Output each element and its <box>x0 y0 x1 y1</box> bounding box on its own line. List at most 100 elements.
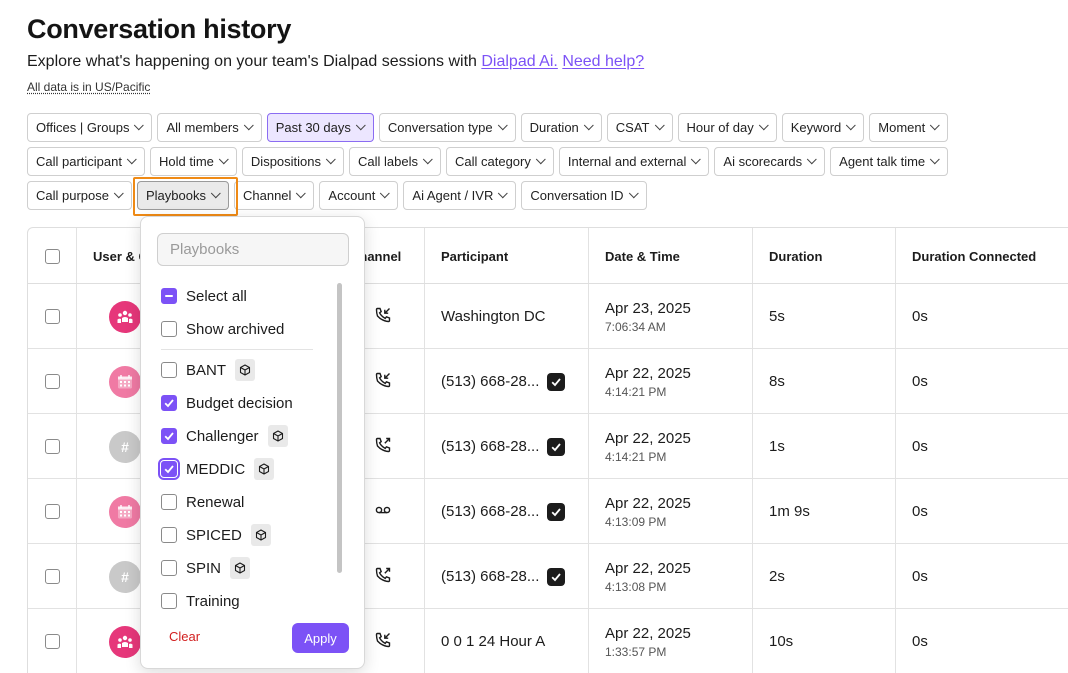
duration-connected-cell: 0s <box>912 308 928 325</box>
select-all-checkbox[interactable] <box>161 288 177 304</box>
select-all-rows[interactable] <box>45 228 60 284</box>
playbook-checkbox[interactable] <box>161 593 177 609</box>
dropdown-scrollbar[interactable] <box>337 283 342 573</box>
row-checkbox[interactable] <box>45 634 60 649</box>
playbook-option-spin[interactable]: SPIN <box>161 557 251 579</box>
column-duration[interactable]: Duration <box>769 228 822 284</box>
filter-hold-time[interactable]: Hold time <box>150 147 237 176</box>
voicemail-icon <box>374 501 392 523</box>
filter-ai-agent-ivr[interactable]: Ai Agent / IVR <box>403 181 517 210</box>
duration-cell: 8s <box>769 373 785 390</box>
participant-cell[interactable]: Washington DC <box>441 284 546 349</box>
participant-cell[interactable]: (513) 668-28... <box>441 349 566 414</box>
filter-agent-talk-time[interactable]: Agent talk time <box>830 147 949 176</box>
filter-playbooks[interactable]: Playbooks <box>137 181 229 210</box>
filter-past-30-days[interactable]: Past 30 days <box>266 113 374 142</box>
package-icon <box>235 359 256 381</box>
row-checkbox[interactable] <box>45 504 60 519</box>
filter-ai-scorecards[interactable]: Ai scorecards <box>714 147 826 176</box>
row-select[interactable] <box>45 349 60 414</box>
filter-label: Moment <box>878 120 926 135</box>
chevron-down-icon <box>654 120 665 131</box>
filter-account[interactable]: Account <box>319 181 399 210</box>
playbook-checkbox[interactable] <box>161 494 177 510</box>
column-duration-connected[interactable]: Duration Connected <box>912 228 1036 284</box>
filter-conversation-id[interactable]: Conversation ID <box>521 181 647 210</box>
chevron-down-icon <box>422 154 433 165</box>
call-date: Apr 22, 2025 <box>605 364 691 382</box>
playbook-label: MEDDIC <box>186 460 246 478</box>
filter-offices-groups[interactable]: Offices | Groups <box>27 113 153 142</box>
playbook-checkbox[interactable] <box>161 428 177 444</box>
channel-cell <box>374 414 392 479</box>
channel-cell <box>374 284 392 349</box>
playbook-checkbox[interactable] <box>161 527 177 543</box>
playbook-option-bant[interactable]: BANT <box>161 359 256 381</box>
user-cell: # <box>109 544 141 609</box>
playbook-option-meddic[interactable]: MEDDIC <box>158 458 275 480</box>
playbook-option-budget-decision[interactable]: Budget decision <box>161 392 293 414</box>
filter-moment[interactable]: Moment <box>869 113 949 142</box>
row-checkbox[interactable] <box>45 439 60 454</box>
filter-label: Hold time <box>159 154 214 169</box>
apply-button[interactable]: Apply <box>292 623 349 653</box>
playbook-checkbox[interactable] <box>158 458 180 480</box>
show-archived-option[interactable]: Show archived <box>161 318 284 340</box>
participant-cell[interactable]: (513) 668-28... <box>441 414 566 479</box>
participant-cell[interactable]: (513) 668-28... <box>441 479 566 544</box>
call-time: 1:33:57 PM <box>605 644 667 659</box>
column-participant[interactable]: Participant <box>441 228 508 284</box>
filter-call-participant[interactable]: Call participant <box>27 147 145 176</box>
chevron-down-icon <box>583 120 594 131</box>
row-select[interactable] <box>45 544 60 609</box>
filter-call-purpose[interactable]: Call purpose <box>27 181 132 210</box>
filter-hour-of-day[interactable]: Hour of day <box>677 113 777 142</box>
chevron-down-icon <box>497 120 508 131</box>
filter-label: Offices | Groups <box>36 120 130 135</box>
chevron-down-icon <box>134 120 145 131</box>
playbook-label: BANT <box>186 361 227 379</box>
participant-cell[interactable]: (513) 668-28... <box>441 544 566 609</box>
filter-call-labels[interactable]: Call labels <box>349 147 441 176</box>
filter-csat[interactable]: CSAT <box>606 113 673 142</box>
select-all-label: Select all <box>186 287 247 305</box>
row-checkbox[interactable] <box>45 374 60 389</box>
playbook-option-spiced[interactable]: SPICED <box>161 524 271 546</box>
participant-cell[interactable]: 0 0 1 24 Hour A <box>441 609 545 673</box>
playbook-checkbox[interactable] <box>161 395 177 411</box>
filter-dispositions[interactable]: Dispositions <box>241 147 345 176</box>
row-select[interactable] <box>45 414 60 479</box>
filter-label: Conversation type <box>387 120 493 135</box>
playbook-checkbox[interactable] <box>161 560 177 576</box>
filter-channel[interactable]: Channel <box>233 181 315 210</box>
channel-cell <box>374 609 392 673</box>
playbook-option-challenger[interactable]: Challenger <box>161 425 288 447</box>
filter-duration[interactable]: Duration <box>520 113 602 142</box>
filter-keyword[interactable]: Keyword <box>781 113 865 142</box>
row-select[interactable] <box>45 479 60 544</box>
select-all-option[interactable]: Select all <box>161 285 247 307</box>
filter-call-category[interactable]: Call category <box>446 147 554 176</box>
header-checkbox[interactable] <box>45 248 60 264</box>
playbook-option-renewal[interactable]: Renewal <box>161 491 244 513</box>
filter-conversation-type[interactable]: Conversation type <box>378 113 516 142</box>
duration-connected-cell: 0s <box>912 373 928 390</box>
filter-all-members[interactable]: All members <box>157 113 262 142</box>
row-select[interactable] <box>45 284 60 349</box>
playbooks-search-input[interactable] <box>157 233 349 266</box>
row-checkbox[interactable] <box>45 309 60 324</box>
dialpad-ai-link[interactable]: Dialpad Ai. <box>481 53 558 70</box>
clear-button[interactable]: Clear <box>169 629 200 644</box>
row-checkbox[interactable] <box>45 569 60 584</box>
show-archived-checkbox[interactable] <box>161 321 177 337</box>
row-select[interactable] <box>45 609 60 673</box>
timezone-note: All data is in US/Pacific <box>27 80 151 94</box>
filter-internal-and-external[interactable]: Internal and external <box>558 147 710 176</box>
need-help-link[interactable]: Need help? <box>562 53 644 70</box>
date-time-cell: Apr 22, 2025 4:14:21 PM <box>605 349 691 414</box>
playbook-checkbox[interactable] <box>161 362 177 378</box>
participant-name: (513) 668-28... <box>441 568 540 585</box>
column-date-time[interactable]: Date & Time <box>605 228 680 284</box>
playbook-option-training[interactable]: Training <box>161 590 240 612</box>
incoming-call-icon <box>374 631 392 653</box>
